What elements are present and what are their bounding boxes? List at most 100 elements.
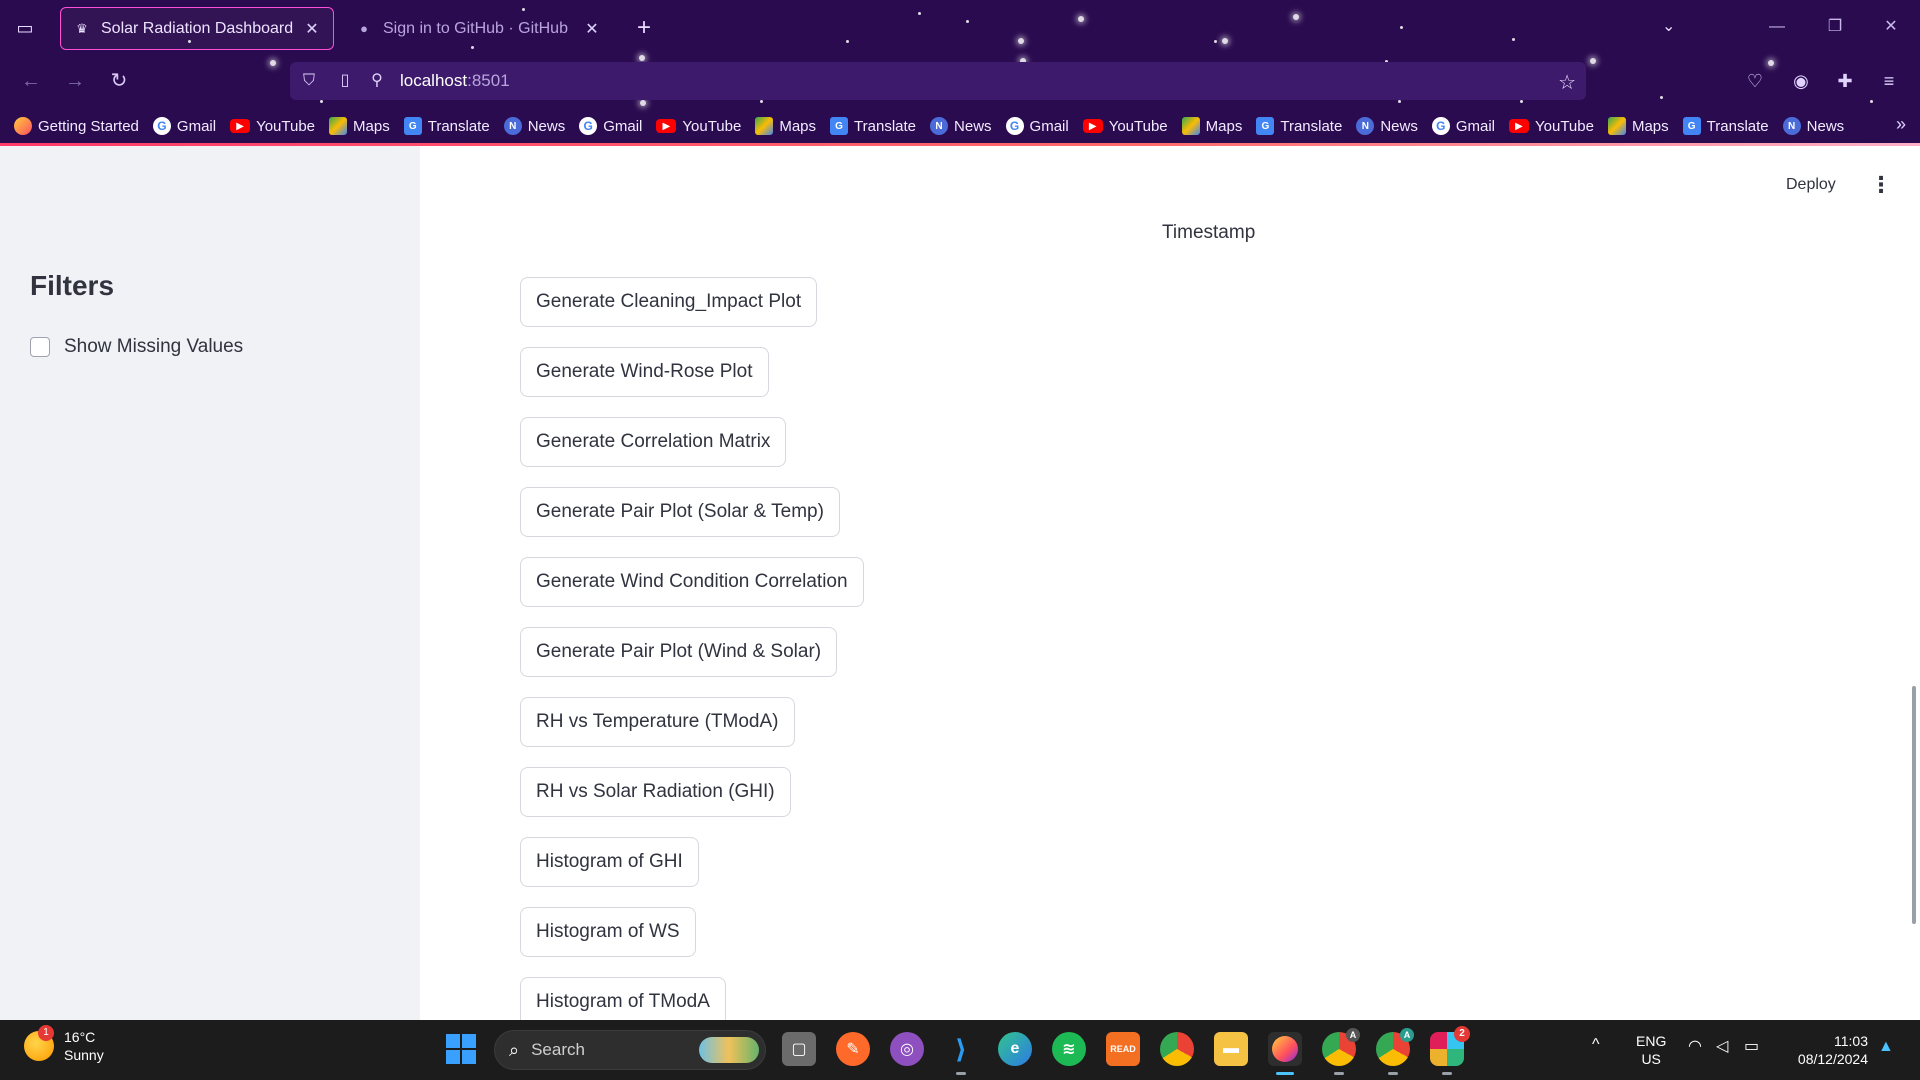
bookmark-news[interactable]: N News [503,117,566,135]
bookmark-label: News [527,117,566,135]
restore-icon[interactable]: ❐ [1822,14,1848,40]
plot-button-5[interactable]: Generate Wind Condition Correlation [520,557,864,607]
bookmark-news[interactable]: N News [930,117,992,135]
plot-button-1[interactable]: Generate Cleaning_Impact Plot [520,277,818,327]
bookmark-translate[interactable]: G Translate [830,117,916,135]
chrome-icon[interactable] [1160,1032,1194,1066]
bookmark-gmail[interactable]: G Gmail [1431,117,1496,135]
spotify-icon[interactable]: ≋ [1052,1032,1086,1066]
close-icon[interactable]: ✕ [303,19,321,39]
minimize-icon[interactable]: — [1764,14,1790,40]
vscode-icon[interactable]: ⟩ [944,1032,978,1066]
bookmark-translate[interactable]: G Translate [1682,117,1769,135]
list-all-tabs-icon[interactable]: ⌄ [1662,16,1675,36]
bookmark-news[interactable]: N News [1782,117,1844,135]
sidebar: Filters Show Missing Values [0,146,420,1020]
chrome-profile-icon[interactable]: A [1322,1028,1360,1066]
bookmark-label: Translate [427,117,490,135]
edge-icon[interactable]: e [998,1032,1032,1066]
bookmark-label: Translate [1280,117,1343,135]
bookmark-getting-started[interactable]: Getting Started [14,117,139,135]
permissions-icon[interactable]: ⚲ [366,70,388,92]
bookmark-gmail[interactable]: G Gmail [579,117,642,135]
close-icon[interactable]: ✕ [583,19,601,39]
profile-badge: A [1346,1028,1360,1042]
bookmark-label: Gmail [1455,117,1496,135]
slack-icon[interactable]: 2 [1430,1026,1470,1066]
pocket-icon[interactable]: ♡ [1742,68,1768,94]
plot-button-3[interactable]: Generate Correlation Matrix [520,417,787,467]
task-view-icon[interactable]: ▢ [782,1032,816,1066]
language-indicator[interactable]: ENG US [1636,1032,1666,1068]
weather-widget[interactable]: 1 16°C Sunny [24,1025,104,1064]
translate-icon: G [403,117,422,135]
tab-list-icon[interactable]: ▭ [12,16,38,40]
firefox-taskbar-icon[interactable] [1268,1032,1302,1066]
tab-solar-dashboard[interactable]: ♛ Solar Radiation Dashboard ✕ [60,7,334,50]
draw-app-icon[interactable]: ✎ [836,1032,870,1066]
bookmark-maps[interactable]: Maps [1181,117,1242,135]
forward-icon[interactable]: → [60,66,90,96]
bookmark-youtube[interactable]: ▶ YouTube [230,118,315,135]
scrollbar[interactable] [1912,686,1916,924]
tab-github-signin[interactable]: ● Sign in to GitHub · GitHub ✕ [343,7,613,50]
notification-bell-icon[interactable]: ▲ [1878,1038,1894,1056]
window-close-icon[interactable]: ✕ [1878,14,1904,40]
back-icon[interactable]: ← [16,66,46,96]
bookmark-label: YouTube [1535,117,1594,135]
plot-button-2[interactable]: Generate Wind-Rose Plot [520,347,769,397]
show-missing-values-checkbox-row[interactable]: Show Missing Values [30,336,243,358]
bookmark-translate[interactable]: G Translate [403,117,490,135]
active-indicator [1276,1072,1294,1075]
reader-app-icon[interactable]: READ [1106,1032,1140,1066]
show-missing-values-checkbox[interactable] [30,337,50,357]
taskbar-search[interactable]: ⌕ Search [494,1030,766,1070]
bookmark-gmail[interactable]: G Gmail [152,117,216,135]
bookmark-youtube[interactable]: ▶ YouTube [1082,118,1168,135]
url-text[interactable]: localhost:8501 [400,71,510,91]
weather-temp: 16°C [64,1029,96,1045]
shield-icon[interactable]: ⛉ [298,70,320,92]
bookmark-maps[interactable]: Maps [329,117,390,135]
bookmark-maps[interactable]: Maps [755,117,816,135]
bookmark-maps[interactable]: Maps [1607,117,1669,135]
show-hidden-icons[interactable]: ^ [1592,1036,1600,1054]
bookmark-label: News [1380,117,1418,135]
news-icon: N [503,117,522,135]
bookmark-youtube[interactable]: ▶ YouTube [656,118,741,135]
bookmark-gmail[interactable]: G Gmail [1005,117,1069,135]
deploy-button[interactable]: Deploy [1786,176,1836,194]
bookmark-youtube[interactable]: ▶ YouTube [1509,118,1594,135]
running-indicator [1388,1072,1398,1075]
bookmark-news[interactable]: N News [1356,117,1418,135]
windows-start-icon[interactable] [446,1034,476,1064]
wifi-icon[interactable]: ◠ [1688,1036,1702,1056]
plot-button-6[interactable]: Generate Pair Plot (Wind & Solar) [520,627,838,677]
page-icon[interactable]: ▯ [334,70,356,92]
system-clock[interactable]: 11:03 08/12/2024 [1788,1032,1868,1068]
volume-icon[interactable]: ◁ [1716,1036,1728,1056]
reload-icon[interactable]: ↻ [104,66,134,96]
plot-button-9[interactable]: Histogram of GHI [520,837,699,887]
bookmark-star-icon[interactable]: ☆ [1558,70,1576,95]
battery-icon[interactable]: ▭ [1744,1036,1759,1056]
running-indicator [956,1072,966,1075]
plot-button-8[interactable]: RH vs Solar Radiation (GHI) [520,767,791,817]
address-bar[interactable]: ⛉ ▯ ⚲ localhost:8501 ☆ [290,62,1586,100]
plot-button-11[interactable]: Histogram of TModA [520,977,726,1020]
menu-icon[interactable]: ≡ [1876,68,1902,94]
plot-button-10[interactable]: Histogram of WS [520,907,696,957]
kebab-menu-icon[interactable]: ⋮ [1870,172,1892,198]
bookmark-translate[interactable]: G Translate [1256,117,1342,135]
file-explorer-icon[interactable]: ▬ [1214,1032,1248,1066]
plot-button-4[interactable]: Generate Pair Plot (Solar & Temp) [520,487,840,537]
new-tab-button[interactable]: + [632,14,656,42]
chrome-profile-icon[interactable]: A [1376,1028,1414,1066]
plot-button-7[interactable]: RH vs Temperature (TModA) [520,697,795,747]
bookmark-label: Getting Started [38,117,139,135]
account-icon[interactable]: ◉ [1788,68,1814,94]
media-app-icon[interactable]: ◎ [890,1032,924,1066]
sidebar-title: Filters [30,270,115,301]
bookmarks-overflow-icon[interactable]: » [1896,114,1906,135]
extensions-icon[interactable]: ✚ [1832,68,1858,94]
